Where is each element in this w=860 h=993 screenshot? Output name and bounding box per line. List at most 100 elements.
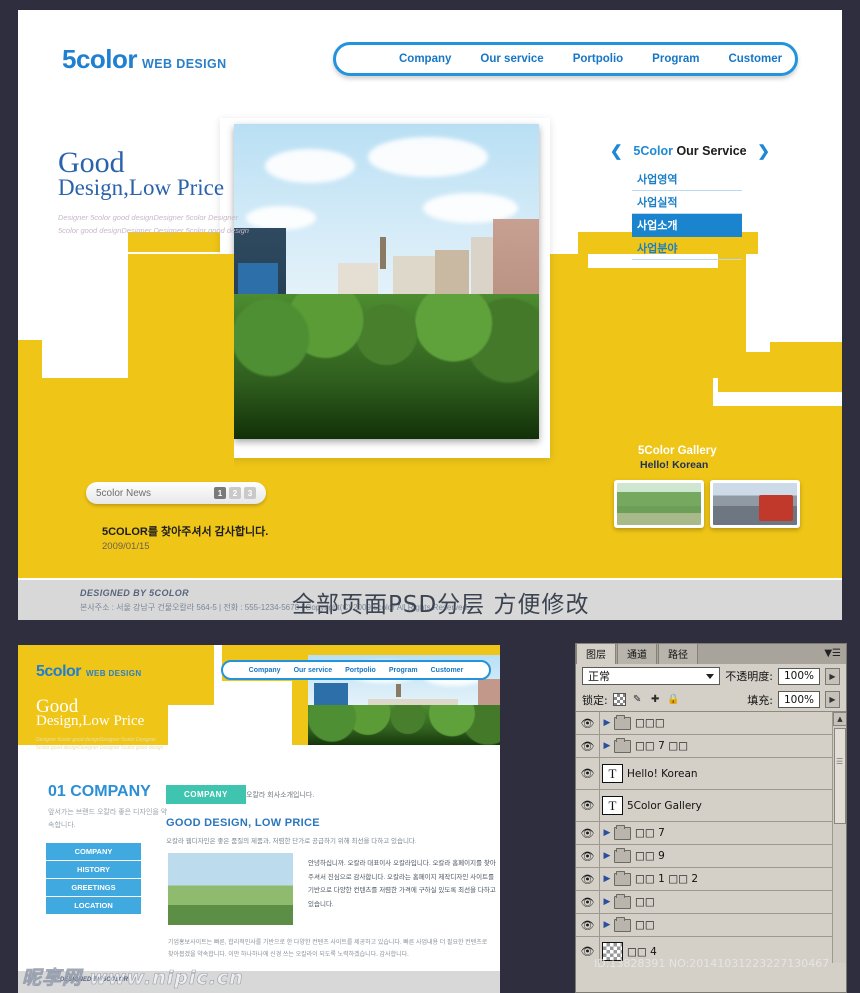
subnav-item-portpolio[interactable]: Portpolio xyxy=(345,667,376,674)
opacity-slider-arrow-icon[interactable]: ▶ xyxy=(825,667,840,685)
eye-icon[interactable]: 👁 xyxy=(576,868,600,890)
panel-menu-icon[interactable]: ▼☰ xyxy=(824,648,841,659)
layer-row[interactable]: 👁 ▶ □□ 9 xyxy=(576,845,846,868)
side-menu-location[interactable]: LOCATION xyxy=(46,897,141,915)
white-block-1 xyxy=(214,645,222,705)
yellow-block-left-1 xyxy=(18,340,42,578)
news-page-3[interactable]: 3 xyxy=(244,487,256,499)
service-item-2-selected[interactable]: 사업소개 xyxy=(632,214,742,237)
subnav-item-customer[interactable]: Customer xyxy=(431,667,464,674)
layer-row[interactable]: 👁 ▶ □□ xyxy=(576,914,846,937)
tab-channels[interactable]: 通道 xyxy=(617,643,657,664)
subpage-logo[interactable]: 5color WEB DESIGN xyxy=(36,663,142,681)
subpage-section-desc: 앞서가는 브랜드 오칼라 좋은 디자인을 약속합니다. xyxy=(48,809,168,829)
cloud-shape xyxy=(368,136,489,177)
opacity-input[interactable]: 100% xyxy=(778,667,820,685)
text-layer-icon: T xyxy=(602,796,623,815)
yellow-block-right-4 xyxy=(578,378,713,408)
chevron-right-icon[interactable]: ▶ xyxy=(600,851,614,861)
subpage-content-tab[interactable]: COMPANY xyxy=(166,785,246,804)
nav-item-program[interactable]: Program xyxy=(652,53,699,65)
fill-label: 填充: xyxy=(747,693,773,707)
service-title-rest: Our Service xyxy=(672,144,747,158)
layer-row[interactable]: 👁 T Hello! Korean xyxy=(576,758,846,790)
nav-item-customer[interactable]: Customer xyxy=(728,53,782,65)
site-logo[interactable]: 5color WEB DESIGN xyxy=(62,44,227,75)
subpage-side-menu: COMPANY HISTORY GREETINGS LOCATION xyxy=(46,843,141,915)
scrollbar-thumb[interactable] xyxy=(834,728,846,824)
all-lock-icon[interactable]: 🔒 xyxy=(667,693,680,706)
chevron-right-icon[interactable]: ▶ xyxy=(600,741,614,751)
blend-mode-select[interactable]: 正常 xyxy=(582,667,721,685)
transparency-lock-icon[interactable] xyxy=(612,693,626,706)
layer-row[interactable]: 👁 ▶ □□□ xyxy=(576,712,846,735)
service-item-0[interactable]: 사업영역 xyxy=(632,168,742,191)
eye-icon[interactable]: 👁 xyxy=(576,758,600,789)
brush-lock-icon[interactable]: ✎ xyxy=(631,693,644,706)
news-headline[interactable]: 5COLOR를 찾아주셔서 감사합니다. xyxy=(102,523,268,539)
hero-headline-block: Good Design,Low Price Designer 5color go… xyxy=(58,148,288,238)
move-lock-icon[interactable]: ✚ xyxy=(649,693,662,706)
service-item-1[interactable]: 사업실적 xyxy=(632,191,742,214)
blend-mode-value: 正常 xyxy=(588,670,610,683)
layers-list[interactable]: 👁 ▶ □□□ 👁 ▶ □□ 7 □□ 👁 T Hello! Korean 👁 … xyxy=(576,711,846,963)
promo-overlay-text: 全部页面PSD分层 方便修改 xyxy=(292,592,590,618)
news-page-2[interactable]: 2 xyxy=(229,487,241,499)
nav-item-company[interactable]: Company xyxy=(399,53,451,65)
eye-icon[interactable]: 👁 xyxy=(576,735,600,757)
eye-icon[interactable]: 👁 xyxy=(576,822,600,844)
fill-slider-arrow-icon[interactable]: ▶ xyxy=(825,691,840,708)
nav-item-portpolio[interactable]: Portpolio xyxy=(573,53,623,65)
church-spire-shape xyxy=(380,237,387,269)
eye-icon[interactable]: 👁 xyxy=(576,712,600,734)
service-item-3[interactable]: 사업분야 xyxy=(632,237,742,260)
tab-layers[interactable]: 图层 xyxy=(576,643,616,664)
logo-main-text: 5color xyxy=(62,44,138,74)
gallery-thumb-garden[interactable] xyxy=(614,480,704,528)
layer-row[interactable]: 👁 □□ 4 xyxy=(576,937,846,963)
layer-row[interactable]: 👁 ▶ □□ 1 □□ 2 xyxy=(576,868,846,891)
layer-row[interactable]: 👁 T 5Color Gallery xyxy=(576,790,846,822)
gallery-thumb-street[interactable] xyxy=(710,480,800,528)
headline-subtext: Designer 5color good designDesigner 5col… xyxy=(58,212,288,238)
eye-icon[interactable]: 👁 xyxy=(576,891,600,913)
chevron-right-icon[interactable]: ▶ xyxy=(600,920,614,930)
subnav-item-company[interactable]: Company xyxy=(249,667,281,674)
layer-name: □□ xyxy=(635,896,655,908)
folder-icon xyxy=(614,870,631,886)
chevron-right-icon[interactable]: ▶ xyxy=(600,828,614,838)
chevron-right-icon[interactable]: ▶ xyxy=(600,718,614,728)
pixel-layer-thumbnail xyxy=(602,942,623,961)
subpage-mockup: 5color WEB DESIGN Company Our service Por… xyxy=(18,645,500,993)
news-page-1[interactable]: 1 xyxy=(214,487,226,499)
chevron-right-icon[interactable]: ▶ xyxy=(600,874,614,884)
tab-paths[interactable]: 路径 xyxy=(658,643,698,664)
eye-icon[interactable]: 👁 xyxy=(576,845,600,867)
scroll-up-icon[interactable]: ▲ xyxy=(833,712,846,726)
layer-row[interactable]: 👁 ▶ □□ 7 xyxy=(576,822,846,845)
chevron-right-icon[interactable]: ❯ xyxy=(757,142,770,160)
layers-scrollbar[interactable]: ▲ ☰ xyxy=(832,712,846,963)
side-menu-history[interactable]: HISTORY xyxy=(46,861,141,879)
news-pager: 1 2 3 xyxy=(214,487,256,499)
chevron-right-icon[interactable]: ▶ xyxy=(600,897,614,907)
layer-name: □□ 1 □□ 2 xyxy=(635,873,699,885)
side-menu-company[interactable]: COMPANY xyxy=(46,843,141,861)
headline-line-1: Good xyxy=(58,146,125,179)
subnav-item-program[interactable]: Program xyxy=(389,667,418,674)
eye-icon[interactable]: 👁 xyxy=(576,937,600,963)
layer-row[interactable]: 👁 ▶ □□ xyxy=(576,891,846,914)
nav-item-our-service[interactable]: Our service xyxy=(480,53,543,65)
photoshop-layers-panel: 图层 通道 路径 ▼☰ 正常 不透明度: 100% ▶ 锁定: ✎ ✚ 🔒 填充… xyxy=(575,643,847,993)
blend-opacity-row: 正常 不透明度: 100% ▶ xyxy=(576,664,846,688)
hero-collage: Good Design,Low Price Designer 5color go… xyxy=(18,98,842,580)
tree-canopy xyxy=(234,294,539,439)
eye-icon[interactable]: 👁 xyxy=(576,790,600,821)
layer-row[interactable]: 👁 ▶ □□ 7 □□ xyxy=(576,735,846,758)
fill-input[interactable]: 100% xyxy=(778,691,820,708)
eye-icon[interactable]: 👁 xyxy=(576,914,600,936)
side-menu-greetings[interactable]: GREETINGS xyxy=(46,879,141,897)
subnav-item-our-service[interactable]: Our service xyxy=(294,667,333,674)
chevron-left-icon[interactable]: ❮ xyxy=(610,142,623,160)
subpage-body-text-2: 기업홍보사이트는 빠른, 합리적인사를 기반으로 한 다양한 컨텐츠 사이트를 … xyxy=(168,940,488,958)
